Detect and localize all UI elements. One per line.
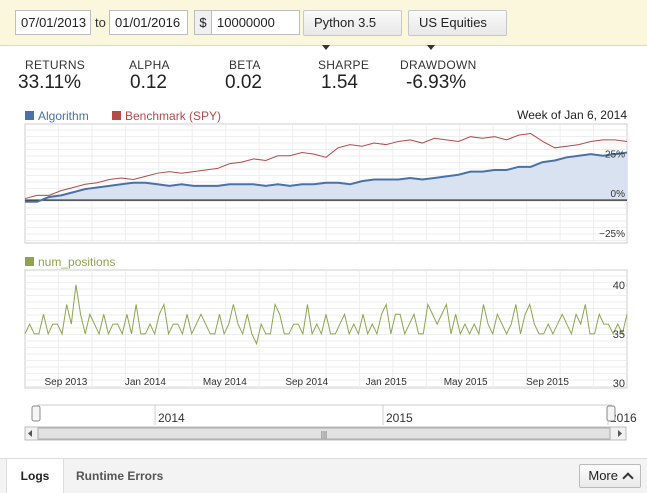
end-date-input[interactable]: 01/01/2016 — [109, 10, 188, 35]
positions-chart: 40 35 30 Sep 2013 Jan 2014 May 2014 Sep 2014 Ja… — [24, 269, 628, 390]
more-label: More — [588, 468, 618, 483]
to-label: to — [95, 15, 106, 30]
returns-label: RETURNS — [25, 58, 86, 72]
x-tick-label: Jan 2015 — [366, 377, 408, 388]
sharpe-label: SHARPE — [318, 58, 370, 72]
y-tick-label: −25% — [599, 229, 625, 240]
algorithm-legend-swatch — [25, 111, 34, 120]
num-positions-legend-swatch — [25, 257, 34, 266]
y-tick-label: 35 — [613, 329, 625, 341]
more-button[interactable]: More — [579, 464, 641, 488]
universe-dropdown[interactable]: US Equities — [408, 10, 507, 51]
num-positions-legend-label[interactable]: num_positions — [38, 255, 115, 269]
x-tick-label: May 2014 — [203, 377, 247, 388]
bottom-panel-bar: Logs Runtime Errors More — [0, 458, 647, 493]
benchmark-legend-swatch — [112, 111, 121, 120]
alpha-label: ALPHA — [129, 58, 170, 72]
chevron-up-icon — [622, 472, 634, 484]
start-date-input[interactable]: 07/01/2013 — [15, 10, 91, 35]
alpha-value: 0.12 — [130, 72, 167, 93]
timeline-label-2015: 2015 — [386, 411, 413, 425]
performance-charts: Algorithm Benchmark (SPY) Week of Jan 6,… — [24, 108, 637, 441]
algorithm-legend-label[interactable]: Algorithm — [38, 109, 89, 123]
right-range-handle[interactable] — [606, 405, 616, 422]
universe-label: US Equities — [419, 15, 487, 30]
python-version-label: Python 3.5 — [314, 15, 377, 30]
x-tick-label: Sep 2015 — [526, 377, 569, 388]
benchmark-legend-label[interactable]: Benchmark (SPY) — [125, 109, 221, 123]
y-tick-label: 25% — [605, 149, 625, 160]
y-tick-label: 0% — [611, 189, 626, 200]
chevron-down-icon — [322, 45, 330, 51]
timeline-label-2014: 2014 — [158, 411, 185, 425]
sharpe-value: 1.54 — [321, 72, 358, 93]
left-range-handle[interactable] — [31, 405, 41, 422]
returns-chart: 25% 0% −25% — [24, 123, 628, 244]
tab-runtime-errors[interactable]: Runtime Errors — [76, 459, 163, 493]
currency-symbol: $ — [194, 10, 212, 35]
x-tick-label: May 2015 — [444, 377, 488, 388]
returns-value: 33.11% — [18, 72, 82, 93]
x-tick-label: Sep 2014 — [285, 377, 328, 388]
scrollbar-grip-icon: ||| — [321, 430, 327, 439]
timeline-navigator[interactable]: 2014 2015 2016 ||| — [24, 404, 637, 441]
drawdown-label: DRAWDOWN — [400, 58, 477, 72]
week-annotation: Week of Jan 6, 2014 — [517, 108, 627, 122]
y-tick-label: 30 — [613, 378, 625, 390]
capital-input[interactable]: 10000000 — [211, 10, 300, 35]
beta-value: 0.02 — [225, 72, 262, 93]
settings-toolbar: 07/01/2013 to 01/01/2016 $ 10000000 Pyth… — [0, 0, 647, 51]
y-tick-label: 40 — [613, 280, 625, 292]
drawdown-value: -6.93% — [406, 72, 467, 93]
chevron-down-icon — [427, 45, 435, 51]
python-version-dropdown[interactable]: Python 3.5 — [303, 10, 402, 51]
tab-logs[interactable]: Logs — [6, 459, 64, 493]
beta-label: BETA — [229, 58, 261, 72]
x-tick-label: Sep 2013 — [45, 377, 88, 388]
x-tick-label: Jan 2014 — [125, 377, 167, 388]
